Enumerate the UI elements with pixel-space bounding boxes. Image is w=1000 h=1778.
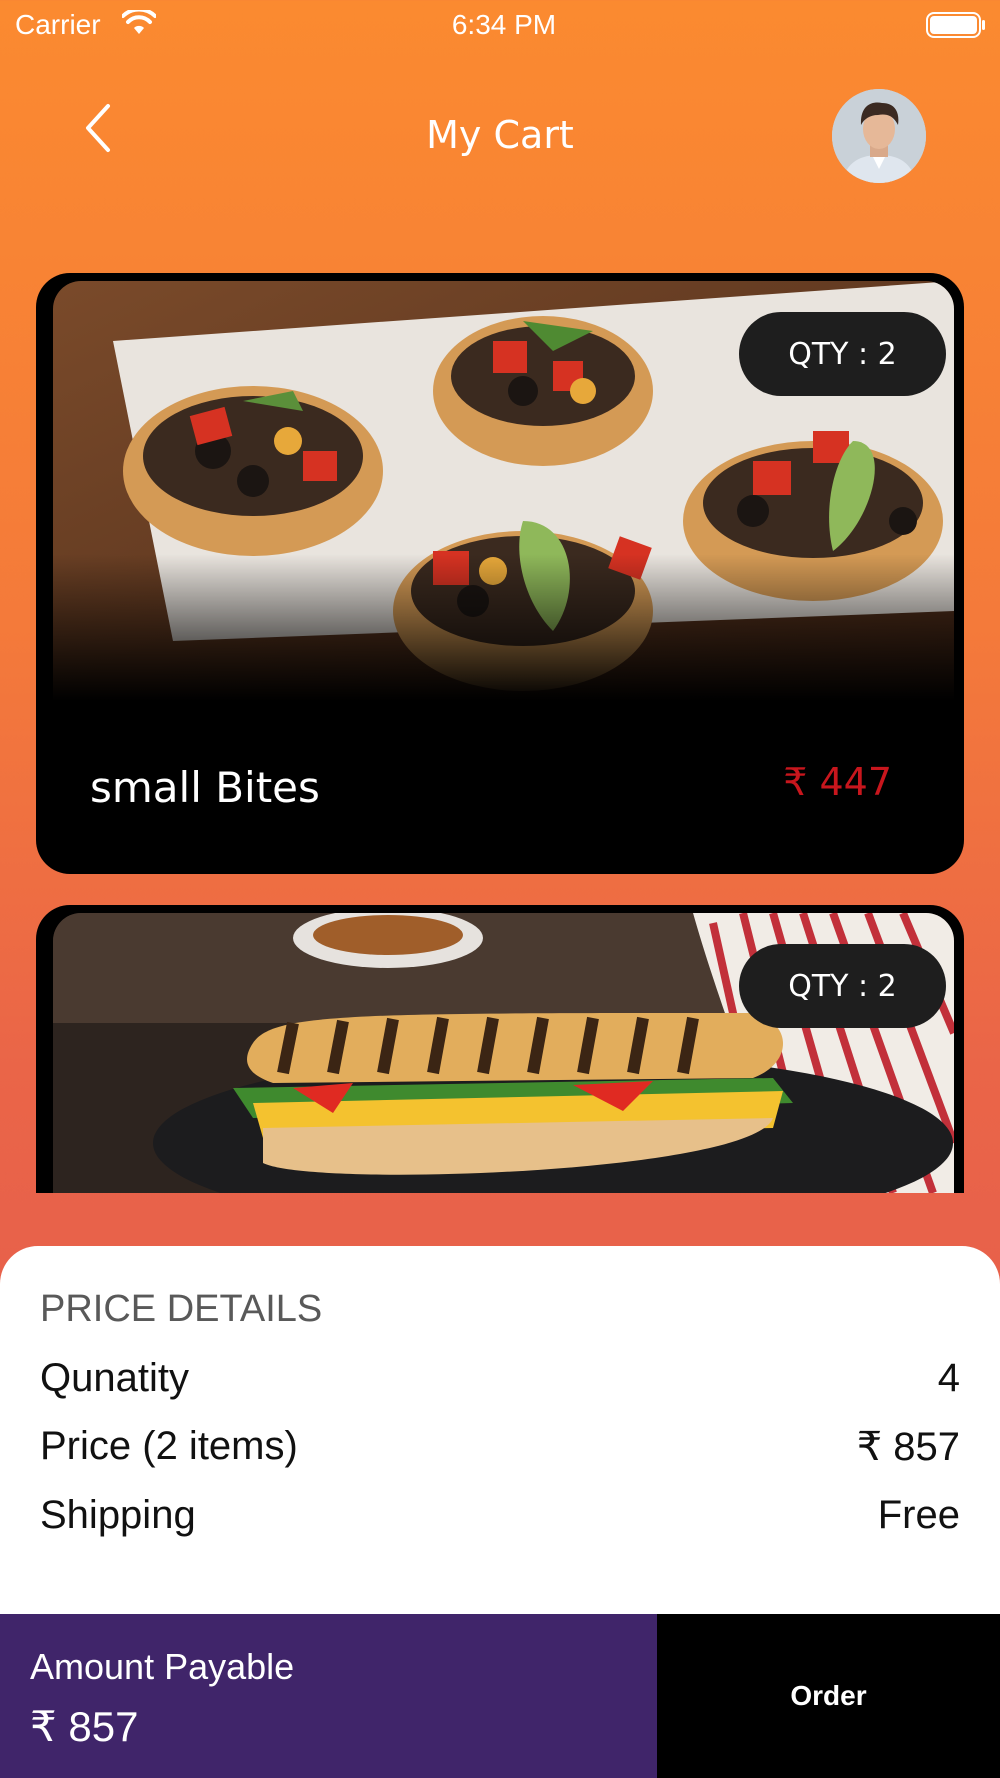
price-row-value: Free bbox=[877, 1493, 960, 1537]
item-name: small Bites bbox=[90, 763, 320, 812]
qty-badge: QTY : 2 bbox=[739, 944, 946, 1028]
user-avatar-icon bbox=[832, 89, 926, 183]
cart-item-card[interactable]: QTY : 2 small Bites ₹ 447 bbox=[36, 273, 964, 874]
status-bar: Carrier 6:34 PM bbox=[0, 0, 1000, 50]
price-row-label: Price (2 items) bbox=[40, 1424, 298, 1468]
price-details-heading: PRICE DETAILS bbox=[40, 1288, 323, 1330]
cart-item-card[interactable]: QTY : 2 bbox=[36, 905, 964, 1193]
status-time: 6:34 PM bbox=[451, 9, 557, 40]
amount-payable-box: Amount Payable ₹ 857 bbox=[0, 1614, 657, 1778]
price-row-value: ₹ 857 bbox=[856, 1425, 960, 1469]
avatar[interactable] bbox=[832, 89, 926, 183]
price-row-price: Price (2 items) ₹ 857 bbox=[40, 1424, 960, 1472]
price-row-quantity: Qunatity 4 bbox=[40, 1356, 960, 1404]
price-details-panel: PRICE DETAILS Qunatity 4 Price (2 items)… bbox=[0, 1246, 1000, 1646]
battery-icon bbox=[926, 12, 985, 38]
price-row-shipping: Shipping Free bbox=[40, 1493, 960, 1541]
price-row-label: Qunatity bbox=[40, 1356, 189, 1400]
price-row-label: Shipping bbox=[40, 1493, 196, 1537]
amount-payable-value: ₹ 857 bbox=[30, 1703, 139, 1750]
item-price: ₹ 447 bbox=[783, 760, 892, 804]
qty-badge: QTY : 2 bbox=[739, 312, 946, 396]
order-button[interactable]: Order bbox=[657, 1614, 1000, 1778]
checkout-bar: Amount Payable ₹ 857 Order bbox=[0, 1614, 1000, 1778]
price-row-value: 4 bbox=[937, 1356, 960, 1400]
amount-payable-label: Amount Payable bbox=[30, 1646, 295, 1687]
